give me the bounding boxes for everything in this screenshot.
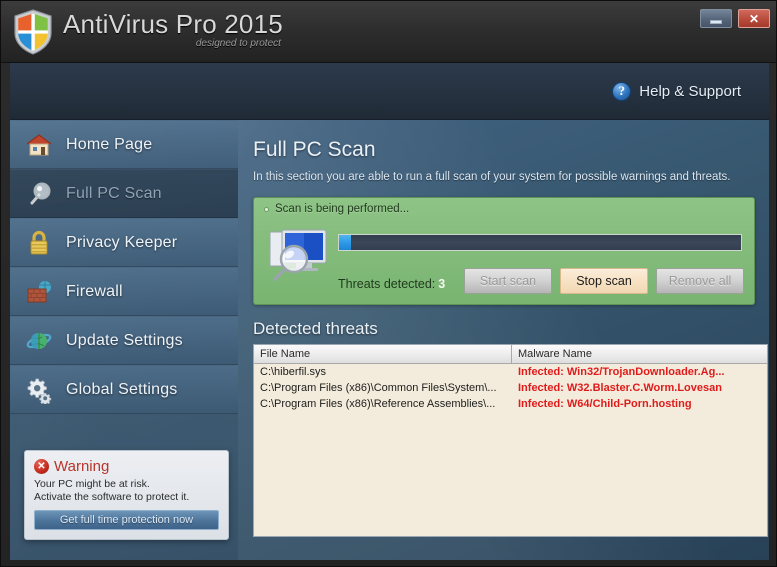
sidebar: Home Page Full PC Scan bbox=[10, 120, 238, 560]
red-x-circle-icon: ✕ bbox=[34, 459, 49, 474]
sidebar-item-update-settings[interactable]: Update Settings bbox=[10, 316, 238, 365]
page-title: Full PC Scan bbox=[253, 138, 753, 162]
sidebar-item-full-pc-scan[interactable]: Full PC Scan bbox=[10, 169, 238, 218]
app-title: AntiVirus Pro 2015 bbox=[63, 9, 283, 40]
scan-progress-fill bbox=[339, 235, 351, 250]
sidebar-item-label: Update Settings bbox=[66, 332, 183, 350]
scan-button-group: Start scan Stop scan Remove all bbox=[464, 268, 744, 294]
threats-detected-line: Threats detected:3 bbox=[338, 277, 445, 291]
sidebar-item-privacy-keeper[interactable]: Privacy Keeper bbox=[10, 218, 238, 267]
warning-line-1: Your PC might be at risk. bbox=[34, 478, 219, 491]
table-body: C:\hiberfil.sys Infected: Win32/TrojanDo… bbox=[254, 364, 767, 536]
sidebar-item-label: Home Page bbox=[66, 136, 152, 154]
warning-title: Warning bbox=[54, 458, 109, 475]
window-controls: ✕ bbox=[700, 9, 770, 28]
remove-all-button[interactable]: Remove all bbox=[656, 268, 744, 294]
status-dot-icon bbox=[264, 207, 269, 212]
house-icon bbox=[24, 130, 54, 160]
warning-line-2: Activate the software to protect it. bbox=[34, 491, 219, 504]
cell-file-name: C:\hiberfil.sys bbox=[254, 366, 512, 378]
close-icon: ✕ bbox=[749, 13, 759, 25]
globe-icon bbox=[24, 326, 54, 356]
content-pane: Full PC Scan In this section you are abl… bbox=[238, 120, 769, 560]
table-header-row: File Name Malware Name bbox=[254, 345, 767, 364]
minimize-button[interactable] bbox=[700, 9, 732, 28]
get-full-protection-button[interactable]: Get full time protection now bbox=[34, 510, 219, 530]
application-window: AntiVirus Pro 2015 designed to protect ✕… bbox=[0, 0, 777, 567]
scan-progress-bar bbox=[338, 234, 742, 251]
sidebar-item-firewall[interactable]: Firewall bbox=[10, 267, 238, 316]
table-row[interactable]: C:\Program Files (x86)\Reference Assembl… bbox=[254, 396, 767, 412]
sidebar-item-label: Privacy Keeper bbox=[66, 234, 177, 252]
help-and-support-label: Help & Support bbox=[639, 83, 741, 100]
start-scan-button[interactable]: Start scan bbox=[464, 268, 552, 294]
scan-status: Scan is being performed... bbox=[264, 203, 409, 215]
stop-scan-button[interactable]: Stop scan bbox=[560, 268, 648, 294]
brand-area: AntiVirus Pro 2015 designed to protect bbox=[13, 7, 283, 55]
gears-icon bbox=[24, 375, 54, 405]
shield-logo-icon bbox=[13, 9, 53, 55]
sidebar-item-home-page[interactable]: Home Page bbox=[10, 120, 238, 169]
padlock-icon bbox=[24, 228, 54, 258]
warning-box: ✕ Warning Your PC might be at risk. Acti… bbox=[24, 450, 229, 540]
column-header-malware-name[interactable]: Malware Name bbox=[512, 345, 767, 363]
threats-detected-count: 3 bbox=[438, 277, 445, 291]
sidebar-item-label: Firewall bbox=[66, 283, 123, 301]
warning-header: ✕ Warning bbox=[34, 458, 219, 475]
cell-file-name: C:\Program Files (x86)\Reference Assembl… bbox=[254, 398, 512, 410]
brand-text: AntiVirus Pro 2015 designed to protect bbox=[63, 7, 283, 49]
toolbar: ? Help & Support bbox=[10, 63, 769, 120]
question-mark-circle-icon: ? bbox=[612, 82, 631, 101]
table-row[interactable]: C:\hiberfil.sys Infected: Win32/TrojanDo… bbox=[254, 364, 767, 380]
sidebar-item-label: Global Settings bbox=[66, 381, 178, 399]
detected-threats-table: File Name Malware Name C:\hiberfil.sys I… bbox=[253, 344, 768, 537]
column-header-file-name[interactable]: File Name bbox=[254, 345, 512, 363]
brick-wall-icon bbox=[24, 277, 54, 307]
computer-scan-icon bbox=[266, 226, 332, 288]
minimize-icon bbox=[710, 20, 722, 24]
sidebar-item-global-settings[interactable]: Global Settings bbox=[10, 365, 238, 414]
close-button[interactable]: ✕ bbox=[738, 9, 770, 28]
title-bar: AntiVirus Pro 2015 designed to protect ✕ bbox=[1, 1, 777, 63]
body-area: Home Page Full PC Scan bbox=[10, 120, 769, 560]
cell-file-name: C:\Program Files (x86)\Common Files\Syst… bbox=[254, 382, 512, 394]
detected-threats-heading: Detected threats bbox=[253, 319, 753, 339]
scan-status-text: Scan is being performed... bbox=[275, 203, 409, 215]
scan-panel: Scan is being performed... bbox=[253, 197, 755, 305]
cell-malware-name: Infected: W64/Child-Porn.hosting bbox=[512, 398, 767, 410]
table-row[interactable]: C:\Program Files (x86)\Common Files\Syst… bbox=[254, 380, 767, 396]
threats-detected-label: Threats detected: bbox=[338, 277, 435, 291]
cell-malware-name: Infected: Win32/TrojanDownloader.Ag... bbox=[512, 366, 767, 378]
sidebar-item-label: Full PC Scan bbox=[66, 185, 162, 203]
page-description: In this section you are able to run a fu… bbox=[253, 170, 753, 185]
help-and-support-link[interactable]: ? Help & Support bbox=[612, 82, 741, 101]
cell-malware-name: Infected: W32.Blaster.C.Worm.Lovesan bbox=[512, 382, 767, 394]
magnifier-icon bbox=[24, 179, 54, 209]
